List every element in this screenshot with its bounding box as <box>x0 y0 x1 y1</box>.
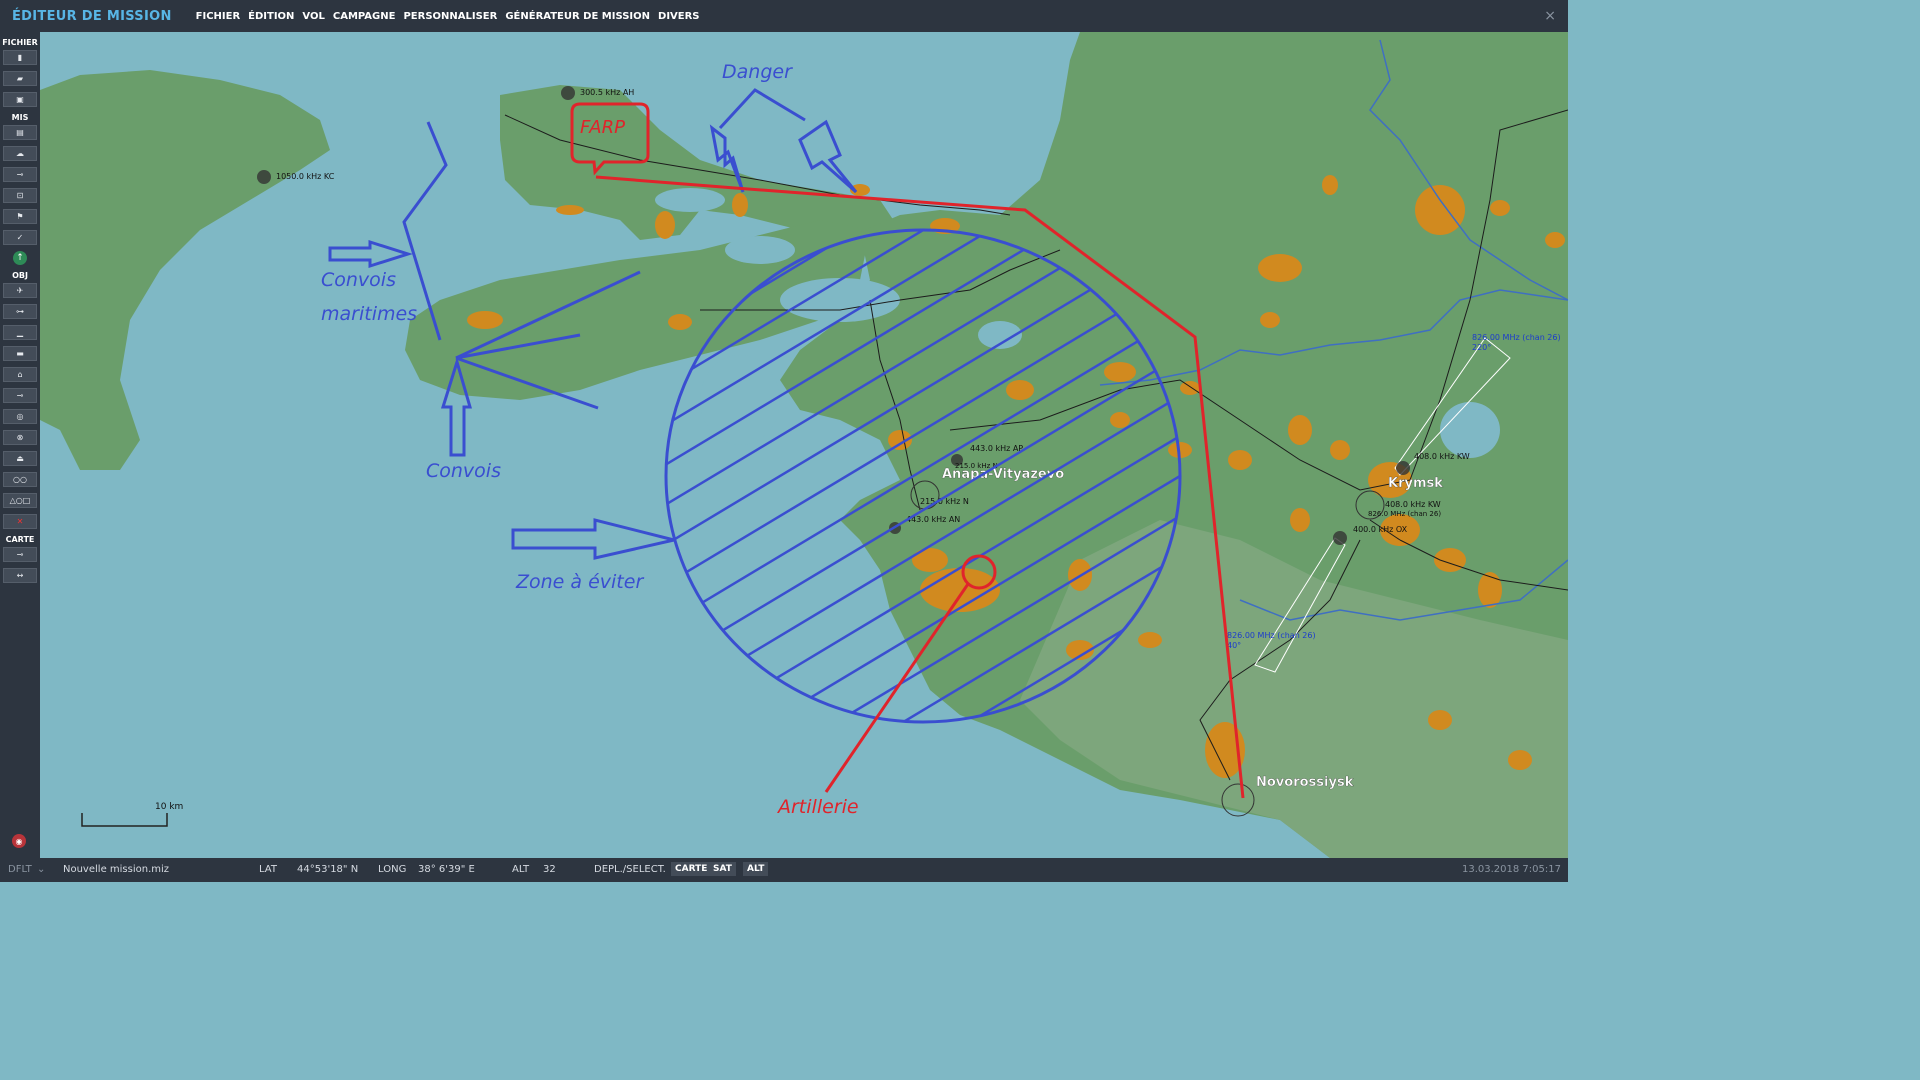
delete-icon[interactable]: ✕ <box>3 514 37 529</box>
chevron-down-icon[interactable]: ⌄ <box>37 864 45 875</box>
annotation-convois-maritimes-2: maritimes <box>321 303 417 325</box>
mode-label: DEPL./SELECT. <box>594 864 666 875</box>
briefing-icon[interactable]: ▤ <box>3 125 37 140</box>
measure-icon[interactable]: ↔ <box>3 568 37 583</box>
app-title: ÉDITEUR DE MISSION <box>12 8 172 24</box>
static-object-icon[interactable]: ⊸ <box>3 388 37 403</box>
mission-file-name: Nouvelle mission.miz <box>63 864 170 875</box>
beacon-label-kw1: 408.0 kHz KW <box>1414 452 1470 461</box>
carte-button[interactable]: CARTE <box>671 862 712 876</box>
status-bar: DFLT ⌄ Nouvelle mission.miz LAT 44°53'18… <box>0 858 1568 882</box>
ship-icon[interactable]: ▁ <box>3 325 37 340</box>
menu-personnaliser[interactable]: PERSONNALISER <box>403 11 497 22</box>
menu-generateur[interactable]: GÉNÉRATEUR DE MISSION <box>505 11 650 22</box>
menu-divers[interactable]: DIVERS <box>658 11 700 22</box>
city-novorossiysk: Novorossiysk <box>1256 775 1354 790</box>
beacon-label-kc: 1050.0 kHz KC <box>276 172 335 181</box>
long-value: 38° 6'39" E <box>418 864 475 875</box>
ruler-icon[interactable]: ⊸ <box>3 547 37 562</box>
save-file-icon[interactable]: ▣ <box>3 92 37 107</box>
alt-button[interactable]: ALT <box>743 862 769 876</box>
beacon-label-kw2: 408.0 kHz KW <box>1385 500 1441 509</box>
beacon-label-ah: 300.5 kHz AH <box>580 88 634 97</box>
close-icon[interactable]: × <box>1544 8 1556 24</box>
shapes-icon[interactable]: △○□ <box>3 493 37 508</box>
datetime: 13.03.2018 7:05:17 <box>1462 864 1561 875</box>
camera-icon[interactable]: ⊡ <box>3 188 37 203</box>
city-anapa: Anapa-Vityazevo <box>942 467 1064 482</box>
profile-select[interactable]: DFLT <box>8 864 32 875</box>
ils-bearing-2: 40° <box>1227 641 1241 650</box>
menu-edition[interactable]: ÉDITION <box>248 11 294 22</box>
beacon-label-chan: 826.0 MHz (chan 26) <box>1368 510 1441 518</box>
record-icon[interactable]: ◉ <box>12 834 26 848</box>
ils-label-2: 826.00 MHz (chan 26) <box>1227 631 1316 640</box>
section-mis: MIS <box>11 113 29 122</box>
section-carte: CARTE <box>5 535 35 544</box>
plane-icon[interactable]: ✈ <box>3 283 37 298</box>
vehicle-icon[interactable]: ▬ <box>3 346 37 361</box>
left-toolbar: FICHIER ▮ ▰ ▣ MIS ▤ ☁ ⊸ ⊡ ⚑ ✓ ↑ OBJ ✈ ⊶ … <box>0 32 40 858</box>
alt-value: 32 <box>543 864 556 875</box>
armor-icon[interactable]: ⌂ <box>3 367 37 382</box>
globe-icon[interactable]: ↑ <box>13 251 27 265</box>
open-file-icon[interactable]: ▰ <box>3 71 37 86</box>
chain-icon[interactable]: ○○ <box>3 472 37 487</box>
flag-icon[interactable]: ⚑ <box>3 209 37 224</box>
annotation-convois-maritimes-1: Convois <box>321 269 396 291</box>
menu-fichier[interactable]: FICHIER <box>196 11 241 22</box>
map-view[interactable]: 826.00 MHz (chan 26) 220° 826.00 MHz (ch… <box>40 32 1568 858</box>
map-canvas[interactable]: 826.00 MHz (chan 26) 220° 826.00 MHz (ch… <box>40 32 1568 858</box>
check-icon[interactable]: ✓ <box>3 230 37 245</box>
annotation-danger: Danger <box>722 61 793 83</box>
section-obj: OBJ <box>12 271 28 280</box>
weather-icon[interactable]: ☁ <box>3 146 37 161</box>
city-krymsk: Krymsk <box>1388 476 1443 491</box>
boat-icon[interactable]: ⏏ <box>3 451 37 466</box>
annotation-farp: FARP <box>580 117 625 138</box>
new-file-icon[interactable]: ▮ <box>3 50 37 65</box>
menu-vol[interactable]: VOL <box>302 11 324 22</box>
menu-campagne[interactable]: CAMPAGNE <box>333 11 396 22</box>
zone-icon[interactable]: ⊗ <box>3 430 37 445</box>
annotation-convois: Convois <box>426 460 501 482</box>
beacon-label-ap: 443.0 kHz AP <box>970 444 1023 453</box>
ils-bearing-1: 220° <box>1472 343 1491 352</box>
sat-button[interactable]: SAT <box>709 862 736 876</box>
scale-label: 10 km <box>155 802 183 812</box>
section-fichier: FICHIER <box>2 38 38 47</box>
helicopter-icon[interactable]: ⊶ <box>3 304 37 319</box>
alt-label: ALT <box>512 864 530 875</box>
lat-label: LAT <box>259 864 277 875</box>
annotation-zone: Zone à éviter <box>515 571 644 593</box>
triggers-icon[interactable]: ⊸ <box>3 167 37 182</box>
ils-label-1: 826.00 MHz (chan 26) <box>1472 333 1561 342</box>
annotation-artillerie: Artillerie <box>776 796 859 818</box>
target-icon[interactable]: ◎ <box>3 409 37 424</box>
long-label: LONG <box>378 864 407 875</box>
beacon-label-ox: 400.0 kHz OX <box>1353 525 1408 534</box>
title-bar: ÉDITEUR DE MISSION FICHIER ÉDITION VOL C… <box>0 0 1568 32</box>
lat-value: 44°53'18" N <box>297 864 359 875</box>
